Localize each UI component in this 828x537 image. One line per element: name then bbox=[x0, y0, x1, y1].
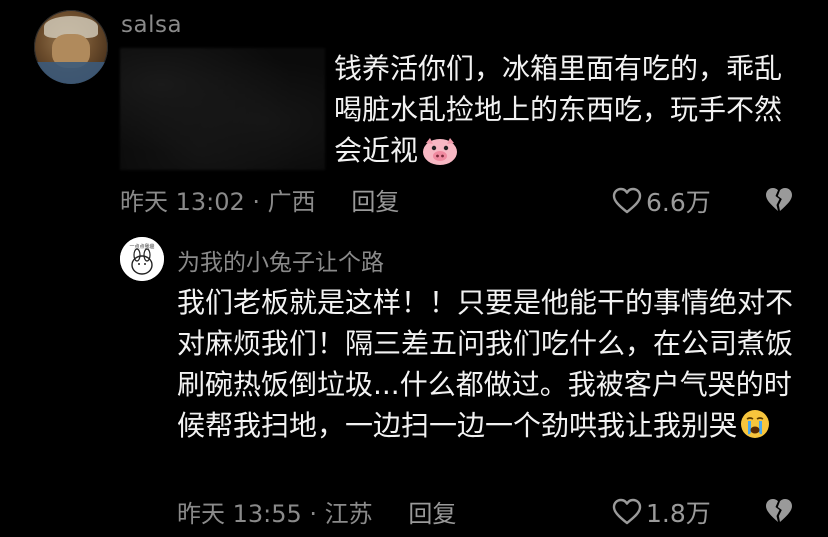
pig-face-emoji bbox=[423, 138, 458, 165]
comment-username[interactable]: 为我的小兔子让个路 bbox=[177, 243, 384, 277]
like-count: 6.6万 bbox=[646, 188, 711, 217]
comment-image[interactable] bbox=[120, 48, 325, 170]
comment-text: 钱养活你们，冰箱里面有吃的，乖乱喝脏水乱捡地上的东西吃，玩手不然会近视 bbox=[334, 48, 804, 171]
avatar[interactable]: 一点点我爸 bbox=[120, 237, 164, 281]
broken-heart-icon[interactable] bbox=[764, 186, 794, 214]
comment-text-content: 我们老板就是这样！！只要是他能干的事情绝对不对麻烦我们！隔三差五问我们吃什么，在… bbox=[177, 286, 794, 442]
avatar[interactable] bbox=[34, 10, 108, 84]
like-button[interactable]: 1.8万 bbox=[612, 494, 711, 530]
comment-thread: salsa 钱养活你们，冰箱里面有吃的，乖乱喝脏水乱捡地上的东西吃，玩手不然会近… bbox=[0, 0, 828, 537]
comment-meta: 昨天 13:02 · 广西 回复 bbox=[120, 182, 399, 217]
like-count: 1.8万 bbox=[646, 499, 711, 528]
reply-button[interactable]: 回复 bbox=[408, 500, 456, 528]
comment-time-location: 昨天 13:02 · 广西 bbox=[120, 188, 316, 216]
comment-text-content: 钱养活你们，冰箱里面有吃的，乖乱喝脏水乱捡地上的东西吃，玩手不然会近视 bbox=[334, 52, 783, 167]
comment-username[interactable]: salsa bbox=[121, 12, 182, 38]
comment-text: 我们老板就是这样！！只要是他能干的事情绝对不对麻烦我们！隔三差五问我们吃什么，在… bbox=[177, 282, 797, 446]
avatar-caption: 一点点我爸 bbox=[129, 243, 154, 250]
avatar-band-shape bbox=[34, 62, 108, 84]
comment-meta: 昨天 13:55 · 江苏 回复 bbox=[177, 494, 456, 529]
crying-face-emoji bbox=[741, 410, 770, 438]
comment-time-location: 昨天 13:55 · 江苏 bbox=[177, 500, 373, 528]
reply-button[interactable]: 回复 bbox=[351, 188, 399, 216]
broken-heart-icon[interactable] bbox=[764, 497, 794, 525]
like-button[interactable]: 6.6万 bbox=[612, 183, 711, 219]
heart-outline-icon bbox=[612, 498, 642, 525]
heart-outline-icon bbox=[612, 187, 642, 214]
avatar-illustration: 一点点我爸 bbox=[120, 237, 164, 281]
